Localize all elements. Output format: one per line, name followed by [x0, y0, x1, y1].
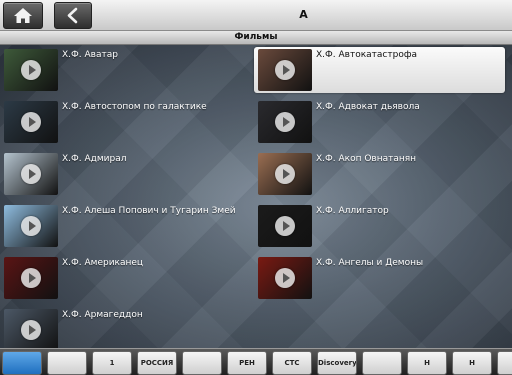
play-icon[interactable]	[21, 112, 41, 132]
page-title: А	[299, 8, 308, 21]
play-icon[interactable]	[21, 60, 41, 80]
film-reel-icon[interactable]	[47, 351, 87, 375]
movie-thumbnail[interactable]	[4, 257, 58, 299]
back-button[interactable]	[54, 2, 92, 29]
movie-item[interactable]: Х.Ф. Автокатастрофа	[254, 47, 505, 93]
history-icon[interactable]: H	[407, 351, 447, 375]
movie-title: Х.Ф. Армагеддон	[62, 310, 143, 320]
section-header: Фильмы	[0, 31, 512, 45]
play-icon[interactable]	[275, 268, 295, 288]
play-icon[interactable]	[21, 320, 41, 340]
movie-thumbnail[interactable]	[258, 101, 312, 143]
movie-thumbnail[interactable]	[258, 205, 312, 247]
play-icon[interactable]	[275, 164, 295, 184]
movie-thumbnail[interactable]	[4, 49, 58, 91]
play-icon[interactable]	[275, 60, 295, 80]
movie-title: Х.Ф. Акоп Овнатанян	[316, 154, 417, 164]
play-icon[interactable]	[275, 216, 295, 236]
movie-thumbnail[interactable]	[258, 257, 312, 299]
channel-label: Discovery	[318, 359, 357, 367]
movie-item[interactable]: Х.Ф. Аватар	[0, 47, 250, 93]
movie-item[interactable]: Х.Ф. Акоп Овнатанян	[254, 151, 505, 197]
movie-title: Х.Ф. Алеша Попович и Тугарин Змей	[62, 206, 236, 216]
discovery-icon[interactable]: Discovery	[317, 351, 357, 375]
russia1-icon[interactable]: РОССИЯ 1	[137, 351, 177, 375]
extra-channel-icon[interactable]	[497, 351, 512, 375]
movie-item[interactable]: Х.Ф. Адвокат дьявола	[254, 99, 505, 145]
movie-item[interactable]: Х.Ф. Армагеддон	[0, 307, 250, 353]
movie-item[interactable]: Х.Ф. Американец	[0, 255, 250, 301]
movie-title: Х.Ф. Автокатастрофа	[316, 50, 418, 60]
movie-thumbnail[interactable]	[4, 205, 58, 247]
nat-geo-icon[interactable]: H	[452, 351, 492, 375]
movie-item[interactable]: Х.Ф. Аллигатор	[254, 203, 505, 249]
movie-title: Х.Ф. Ангелы и Демоны	[316, 258, 424, 268]
animal-planet-icon[interactable]	[362, 351, 402, 375]
channel-bar: 1 РОССИЯ 1 РЕН СТС Discovery H H	[0, 348, 512, 375]
movie-clapper-icon[interactable]	[2, 351, 42, 375]
perets-icon[interactable]	[182, 351, 222, 375]
sts-icon[interactable]: СТС	[272, 351, 312, 375]
movie-item[interactable]: Х.Ф. Алеша Попович и Тугарин Змей	[0, 203, 250, 249]
movie-title: Х.Ф. Аллигатор	[316, 206, 389, 216]
movie-title: Х.Ф. Аватар	[62, 50, 118, 60]
movie-thumbnail[interactable]	[4, 309, 58, 351]
top-bar: А	[0, 0, 512, 31]
channel-one-icon[interactable]: 1	[92, 351, 132, 375]
ren-tv-icon[interactable]: РЕН	[227, 351, 267, 375]
play-icon[interactable]	[21, 164, 41, 184]
channel-label: РОССИЯ 1	[140, 359, 174, 367]
movie-thumbnail[interactable]	[4, 101, 58, 143]
movie-thumbnail[interactable]	[258, 49, 312, 91]
channel-label: СТС	[284, 359, 300, 367]
play-icon[interactable]	[275, 112, 295, 132]
channel-label: 1	[109, 359, 115, 367]
home-button[interactable]	[3, 2, 43, 29]
movie-item[interactable]: Х.Ф. Адмирал	[0, 151, 250, 197]
movie-thumbnail[interactable]	[258, 153, 312, 195]
channel-label: H	[469, 359, 475, 367]
home-icon	[14, 8, 32, 23]
movie-title: Х.Ф. Автостопом по галактике	[62, 102, 207, 112]
movie-item[interactable]: Х.Ф. Автостопом по галактике	[0, 99, 250, 145]
movie-item[interactable]: Х.Ф. Ангелы и Демоны	[254, 255, 505, 301]
play-icon[interactable]	[21, 268, 41, 288]
movie-title: Х.Ф. Адвокат дьявола	[316, 102, 420, 112]
movie-thumbnail[interactable]	[4, 153, 58, 195]
movie-title: Х.Ф. Американец	[62, 258, 144, 268]
channel-label: H	[424, 359, 430, 367]
movie-title: Х.Ф. Адмирал	[62, 154, 127, 164]
channel-label: РЕН	[239, 359, 255, 367]
chevron-left-icon	[67, 7, 78, 24]
play-icon[interactable]	[21, 216, 41, 236]
